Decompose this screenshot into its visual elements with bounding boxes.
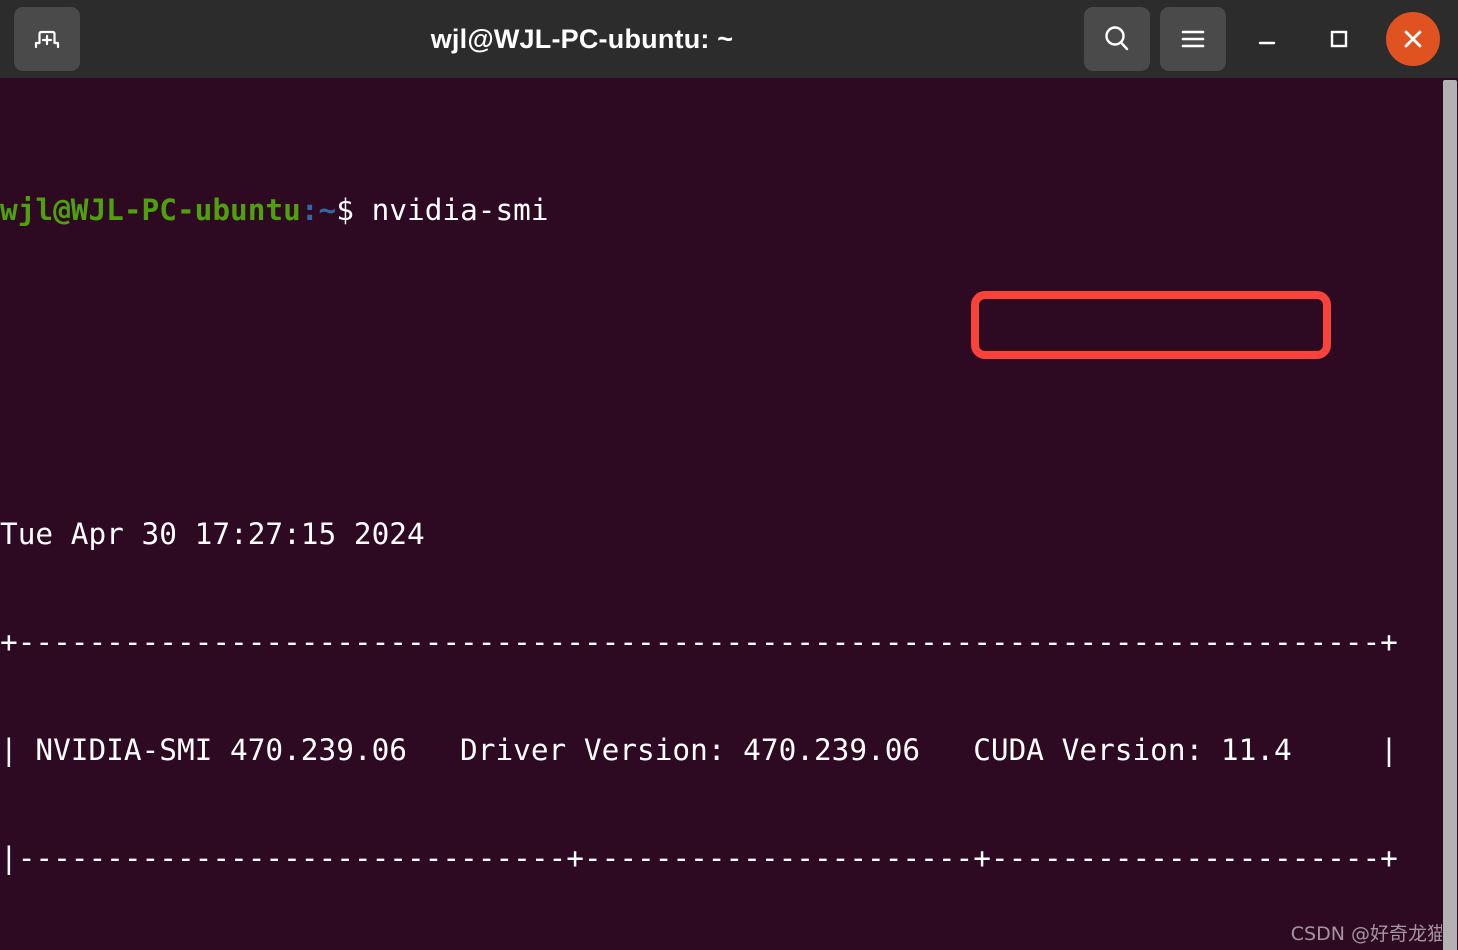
title-bar: wjl@WJL-PC-ubuntu: ~ bbox=[0, 0, 1458, 78]
hamburger-menu-icon bbox=[1181, 30, 1205, 48]
search-icon bbox=[1105, 26, 1129, 51]
prompt-command: nvidia-smi bbox=[371, 193, 549, 227]
search-button[interactable] bbox=[1084, 7, 1150, 71]
close-icon bbox=[1404, 30, 1422, 48]
output-line: +---------------------------------------… bbox=[0, 625, 1398, 659]
menu-button[interactable] bbox=[1160, 7, 1226, 71]
prompt-line-top: wjl@WJL-PC-ubuntu:~$ nvidia-smi bbox=[0, 192, 1398, 228]
scrollbar-track[interactable] bbox=[1442, 78, 1458, 950]
maximize-button[interactable] bbox=[1308, 7, 1370, 71]
watermark: CSDN @好奇龙猫 bbox=[1290, 923, 1446, 945]
scrollbar-thumb[interactable] bbox=[1443, 80, 1457, 950]
titlebar-controls bbox=[1084, 7, 1444, 71]
minimize-icon bbox=[1258, 41, 1276, 45]
new-tab-icon bbox=[34, 30, 60, 49]
output-line-cuda: | NVIDIA-SMI 470.239.06 Driver Version: … bbox=[0, 733, 1398, 767]
prompt-sigil: $ bbox=[336, 193, 354, 227]
terminal-area[interactable]: wjl@WJL-PC-ubuntu:~$ nvidia-smi Tue Apr … bbox=[0, 78, 1458, 950]
window-title: wjl@WJL-PC-ubuntu: ~ bbox=[430, 23, 734, 54]
prompt-colon: : bbox=[300, 193, 319, 227]
prompt-path: ~ bbox=[318, 193, 337, 227]
output-line: |-------------------------------+-------… bbox=[0, 841, 1398, 875]
maximize-icon bbox=[1330, 30, 1348, 48]
new-tab-button[interactable] bbox=[14, 7, 80, 71]
minimize-button[interactable] bbox=[1236, 7, 1298, 71]
output-line: Tue Apr 30 17:27:15 2024 bbox=[0, 517, 425, 551]
terminal-text: wjl@WJL-PC-ubuntu:~$ nvidia-smi Tue Apr … bbox=[0, 84, 1398, 950]
terminal-scroll-region: wjl@WJL-PC-ubuntu:~$ nvidia-smi Tue Apr … bbox=[0, 78, 1458, 950]
terminal-window: wjl@WJL-PC-ubuntu: ~ wjl@WJL-PC-ubuntu:~… bbox=[0, 0, 1458, 950]
prompt-userhost: wjl@WJL-PC-ubuntu bbox=[0, 193, 301, 227]
close-button[interactable] bbox=[1386, 12, 1440, 66]
